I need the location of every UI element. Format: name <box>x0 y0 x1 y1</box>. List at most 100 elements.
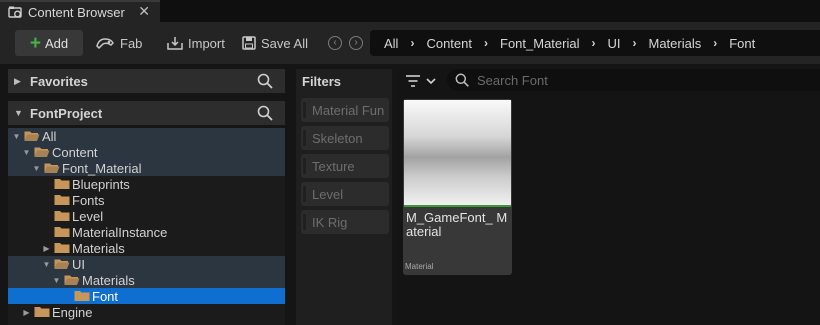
search-placeholder: Search Font <box>477 72 548 88</box>
add-button-label: Add <box>44 35 69 51</box>
expand-arrow-icon[interactable]: ▼ <box>22 148 31 157</box>
filter-chip[interactable]: Material Fun <box>301 98 389 122</box>
project-title: FontProject <box>30 105 103 121</box>
tree-item-label: Level <box>72 208 104 224</box>
folder-icon <box>54 243 70 253</box>
folder-icon <box>54 179 70 189</box>
folder-open-icon <box>24 131 40 141</box>
tree-item-label: Blueprints <box>72 176 130 192</box>
expand-arrow-icon[interactable]: ▼ <box>52 276 61 285</box>
collapse-arrow-icon[interactable]: ▶ <box>42 244 51 253</box>
folder-open-icon <box>34 147 50 157</box>
forward-arrow-icon[interactable]: › <box>349 36 363 50</box>
tree-item-label: Font_Material <box>62 160 142 176</box>
import-button[interactable]: Import <box>167 30 225 56</box>
breadcrumb-item[interactable]: Materials <box>648 36 701 51</box>
filter-chip[interactable]: Level <box>301 182 389 206</box>
tree-item[interactable]: Level <box>8 208 285 224</box>
folder-open-icon <box>64 275 80 285</box>
filter-chip-label: IK Rig <box>312 214 348 230</box>
expand-arrow-icon[interactable]: ▼ <box>32 164 41 173</box>
filter-chip-indicator <box>303 130 306 146</box>
fab-button-label: Fab <box>120 35 143 51</box>
filters-title: Filters <box>302 74 342 89</box>
tree-item[interactable]: Fonts <box>8 192 285 208</box>
fab-button[interactable]: Fab <box>95 30 142 56</box>
tree-item[interactable]: MaterialInstance <box>8 224 285 240</box>
tree-item[interactable]: ▼ Content <box>8 144 285 160</box>
back-arrow-icon[interactable]: ‹ <box>328 36 342 50</box>
fab-icon <box>96 38 114 50</box>
folder-tree: ▼ All ▼ Content ▼ Font_Material Blueprints Font… <box>8 128 285 325</box>
search-icon[interactable] <box>257 105 273 121</box>
tree-item-label: Materials <box>82 272 135 288</box>
folder-open-icon <box>54 259 70 269</box>
breadcrumb-separator-icon[interactable]: › <box>410 36 414 50</box>
add-button[interactable]: + Add <box>15 30 83 56</box>
tree-item[interactable]: ▼ Font_Material <box>8 160 285 176</box>
tree-item-label: Engine <box>52 304 93 320</box>
folder-icon <box>54 211 70 221</box>
content-browser-icon <box>8 6 22 18</box>
tree-item[interactable]: ▼ Materials <box>8 272 285 288</box>
folder-open-icon <box>44 163 60 173</box>
tree-item-label: UI <box>72 256 85 272</box>
breadcrumb-separator-icon[interactable]: › <box>591 36 595 50</box>
tree-item-label: Font <box>92 288 119 304</box>
tree-item[interactable]: Font <box>8 288 285 304</box>
expand-arrow-icon[interactable]: ▼ <box>42 260 51 269</box>
asset-tile[interactable]: M_GameFont_ Material Material <box>403 99 512 275</box>
filter-chip-label: Level <box>312 186 344 202</box>
save-all-button[interactable]: Save All <box>242 30 308 56</box>
save-icon <box>242 36 256 50</box>
breadcrumb-separator-icon[interactable]: › <box>713 36 717 50</box>
breadcrumb-item[interactable]: All <box>384 36 398 51</box>
filter-chip-label: Texture <box>312 158 355 174</box>
import-button-label: Import <box>188 35 225 51</box>
favorites-panel-header[interactable]: ▶ Favorites <box>8 69 285 93</box>
project-panel-header[interactable]: ▼ FontProject <box>8 101 285 125</box>
asset-type-color-bar <box>404 205 511 207</box>
filter-chip-indicator <box>303 186 306 202</box>
folder-icon <box>54 195 70 205</box>
tree-item[interactable]: ▶ Materials <box>8 240 285 256</box>
tree-item-label: Fonts <box>72 192 105 208</box>
material-thumbnail <box>404 100 511 206</box>
folder-icon <box>34 307 50 317</box>
tree-item-label: Content <box>52 144 98 160</box>
tree-item[interactable]: ▼ All <box>8 128 285 144</box>
tab-content-browser[interactable]: Content Browser ✕ <box>0 0 160 22</box>
close-icon[interactable]: ✕ <box>138 3 150 20</box>
save-all-button-label: Save All <box>261 35 308 51</box>
filter-chip[interactable]: IK Rig <box>301 210 389 234</box>
filter-chip-indicator <box>303 102 306 118</box>
expand-arrow-icon[interactable]: ▼ <box>12 132 21 141</box>
tree-item[interactable]: ▼ UI <box>8 256 285 272</box>
search-icon <box>455 73 469 87</box>
toolbar: + Add Fab Import Save All ‹ › All › Conten… <box>0 22 820 64</box>
collapse-arrow-icon: ▼ <box>14 108 23 118</box>
breadcrumb-separator-icon[interactable]: › <box>484 36 488 50</box>
filter-chip-indicator <box>303 214 306 230</box>
folder-icon <box>74 291 90 301</box>
tree-item-label: MaterialInstance <box>72 224 168 240</box>
plus-icon: + <box>29 32 41 54</box>
filter-dropdown-icon[interactable] <box>404 72 438 90</box>
tree-item[interactable]: ▶ Engine <box>8 304 285 320</box>
tree-item-label: Materials <box>72 240 125 256</box>
favorites-title: Favorites <box>30 73 88 89</box>
filter-chip-indicator <box>303 158 306 174</box>
breadcrumb-item[interactable]: Content <box>426 36 472 51</box>
search-input[interactable]: Search Font <box>447 69 820 91</box>
breadcrumb-item[interactable]: UI <box>607 36 620 51</box>
search-icon[interactable] <box>257 73 273 89</box>
breadcrumb-item[interactable]: Font <box>729 36 755 51</box>
filter-chip-label: Skeleton <box>312 130 363 146</box>
filter-chip[interactable]: Texture <box>301 154 389 178</box>
collapse-arrow-icon[interactable]: ▶ <box>22 308 31 317</box>
tree-item-label: All <box>42 128 57 144</box>
filter-chip[interactable]: Skeleton <box>301 126 389 150</box>
breadcrumb-item[interactable]: Font_Material <box>500 36 579 51</box>
tree-item[interactable]: Blueprints <box>8 176 285 192</box>
breadcrumb-separator-icon[interactable]: › <box>632 36 636 50</box>
